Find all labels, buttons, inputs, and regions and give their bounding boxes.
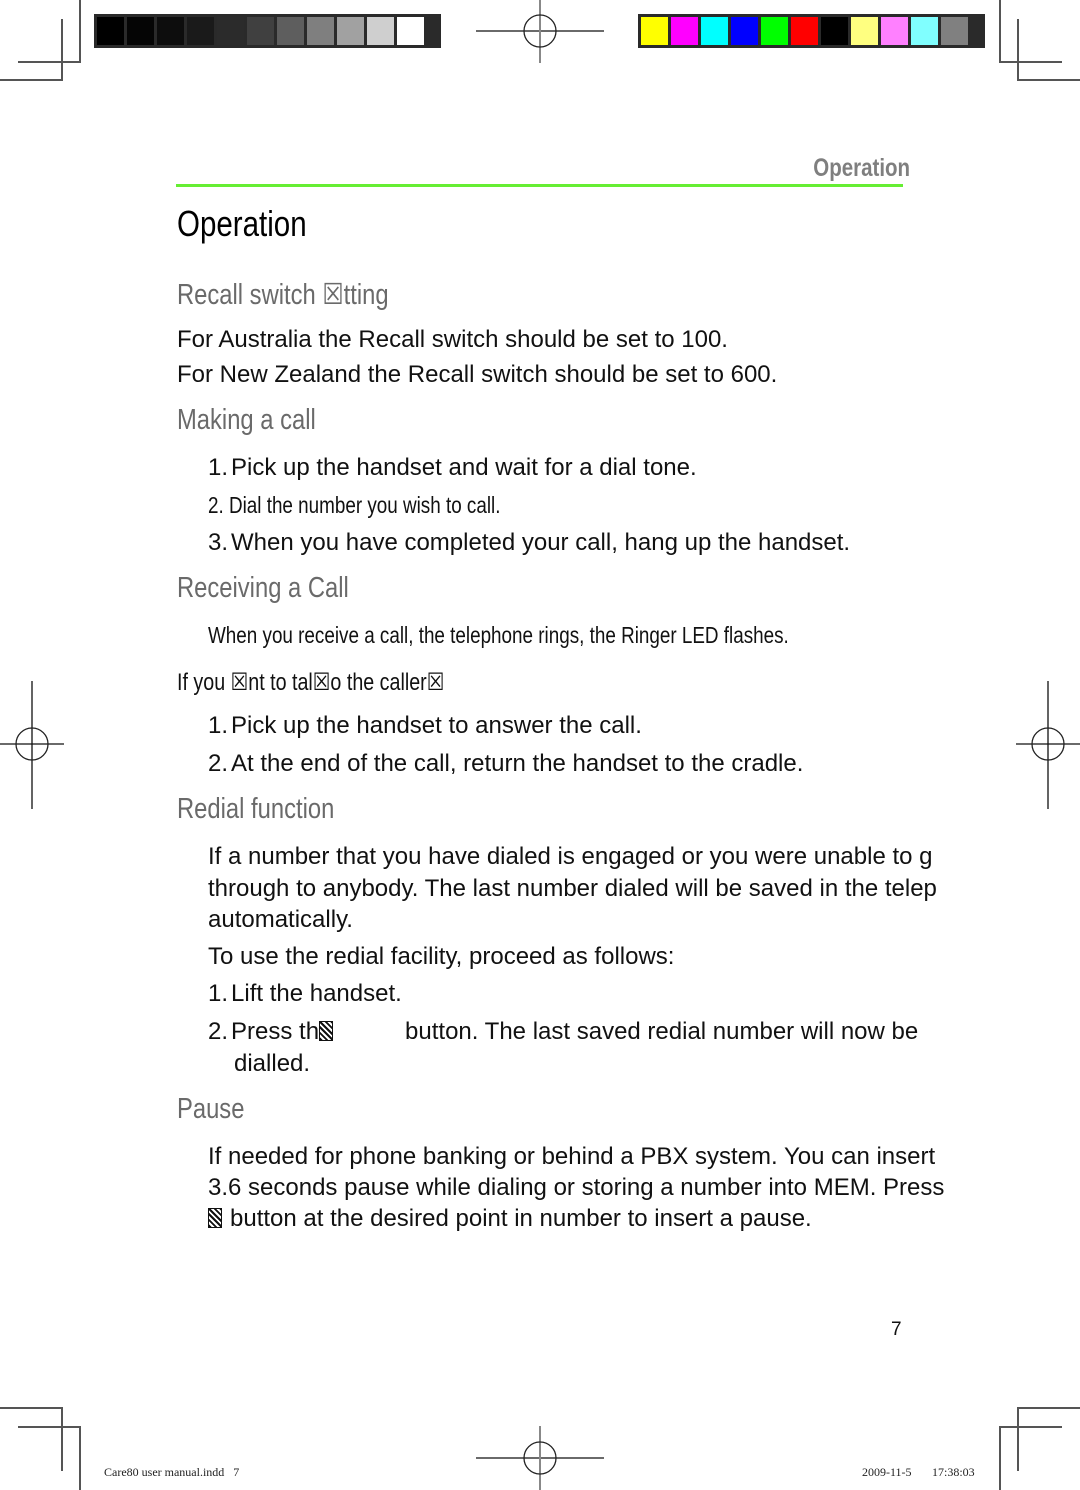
registration-mark-left bbox=[0, 681, 64, 809]
gray-swatch-11 bbox=[397, 17, 424, 45]
registration-mark-bottom bbox=[476, 1426, 604, 1490]
step-number: 1. bbox=[208, 454, 229, 481]
gray-swatch-10 bbox=[367, 17, 394, 45]
step-text-pre: Press th bbox=[231, 1018, 320, 1045]
grayscale-calibration-bar bbox=[94, 14, 441, 48]
registration-mark-top bbox=[476, 0, 604, 63]
gray-swatch-5 bbox=[217, 17, 244, 45]
gray-swatch-7 bbox=[277, 17, 304, 45]
pause-line-2: 3.6 seconds pause while dialing or stori… bbox=[208, 1174, 945, 1201]
redial-paragraph-line-3: automatically. bbox=[208, 906, 353, 933]
making-call-step-1: 1. Pick up the handset and wait for a dia… bbox=[208, 454, 697, 482]
gray-swatch-2 bbox=[127, 17, 154, 45]
receiving-call-step-2: 2. At the end of the call, return the han… bbox=[208, 750, 803, 778]
receiving-call-intro: When you receive a call, the telephone r… bbox=[208, 622, 789, 648]
pause-line-1: If needed for phone banking or behind a … bbox=[208, 1143, 936, 1170]
color-swatch-2 bbox=[671, 17, 698, 45]
step-text: Pick up the handset and wait for a dial … bbox=[231, 454, 697, 481]
step-number: 1. bbox=[208, 980, 229, 1007]
section-heading-redial: Redial function bbox=[177, 793, 335, 825]
step-text: When you have completed your call, hang … bbox=[231, 529, 851, 556]
making-call-step-2: 2. Dial the number you wish to call. bbox=[208, 492, 565, 519]
recall-line-australia: For Australia the Recall switch should b… bbox=[177, 326, 728, 353]
running-head: Operation bbox=[813, 154, 910, 182]
gray-swatch-9 bbox=[337, 17, 364, 45]
color-swatch-5 bbox=[761, 17, 788, 45]
recall-line-new-zealand: For New Zealand the Recall switch should… bbox=[177, 361, 778, 388]
step-number: 3. bbox=[208, 529, 229, 556]
pause-button-icon bbox=[208, 1208, 222, 1228]
color-swatch-11 bbox=[941, 17, 968, 45]
gray-swatch-3 bbox=[157, 17, 184, 45]
receiving-call-lead: If you ☒nt to tal☒o the caller☒ bbox=[177, 669, 445, 696]
step-text-post: button. The last saved redial number wil… bbox=[405, 1018, 919, 1045]
redial-step-1: 1. Lift the handset. bbox=[208, 980, 402, 1008]
color-swatch-1 bbox=[641, 17, 668, 45]
slug-date: 2009-11-5 bbox=[862, 1465, 912, 1479]
section-heading-recall-switch: Recall switch ☒tting bbox=[177, 279, 389, 311]
page-title: Operation bbox=[177, 203, 307, 244]
redial-button-icon bbox=[319, 1021, 334, 1041]
header-rule bbox=[176, 184, 903, 187]
redial-step-2: 2. Press th button. The last saved redial … bbox=[208, 1018, 1018, 1046]
section-heading-receiving-call: Receiving a Call bbox=[177, 572, 349, 604]
color-swatch-7 bbox=[821, 17, 848, 45]
color-swatch-6 bbox=[791, 17, 818, 45]
step-number: 1. bbox=[208, 712, 229, 739]
redial-proceed-text: To use the redial facility, proceed as f… bbox=[208, 943, 675, 970]
step-text: Pick up the handset to answer the call. bbox=[231, 712, 642, 739]
redial-paragraph-line-1: If a number that you have dialed is enga… bbox=[208, 843, 933, 870]
gray-swatch-8 bbox=[307, 17, 334, 45]
section-heading-pause: Pause bbox=[177, 1093, 245, 1125]
color-swatch-9 bbox=[881, 17, 908, 45]
gray-swatch-6 bbox=[247, 17, 274, 45]
registration-mark-right bbox=[1016, 681, 1080, 809]
step-number: 2. bbox=[208, 492, 224, 518]
color-swatch-3 bbox=[701, 17, 728, 45]
page-number: 7 bbox=[891, 1319, 902, 1340]
step-number: 2. bbox=[208, 1018, 229, 1045]
gray-swatch-1 bbox=[97, 17, 124, 45]
step-text: Dial the number you wish to call. bbox=[228, 492, 501, 518]
color-swatch-8 bbox=[851, 17, 878, 45]
making-call-step-3: 3. When you have completed your call, han… bbox=[208, 529, 850, 557]
slug-filename: Care80 user manual.indd 7 bbox=[104, 1465, 240, 1479]
pause-line-3-text: button at the desired point in number to… bbox=[230, 1205, 812, 1232]
receiving-call-step-1: 1. Pick up the handset to answer the call… bbox=[208, 712, 642, 740]
redial-paragraph-line-2: through to anybody. The last number dial… bbox=[208, 875, 937, 902]
color-calibration-bar bbox=[638, 14, 985, 48]
slug-time: 17:38:03 bbox=[932, 1465, 975, 1479]
color-swatch-4 bbox=[731, 17, 758, 45]
step-text: Lift the handset. bbox=[231, 980, 402, 1007]
step-number: 2. bbox=[208, 750, 229, 777]
section-heading-making-call: Making a call bbox=[177, 404, 316, 436]
redial-step-2-continued: dialled. bbox=[234, 1050, 311, 1077]
color-swatch-10 bbox=[911, 17, 938, 45]
pause-line-3: button at the desired point in number to… bbox=[208, 1205, 1018, 1233]
gray-swatch-4 bbox=[187, 17, 214, 45]
step-text: At the end of the call, return the hands… bbox=[231, 750, 804, 777]
